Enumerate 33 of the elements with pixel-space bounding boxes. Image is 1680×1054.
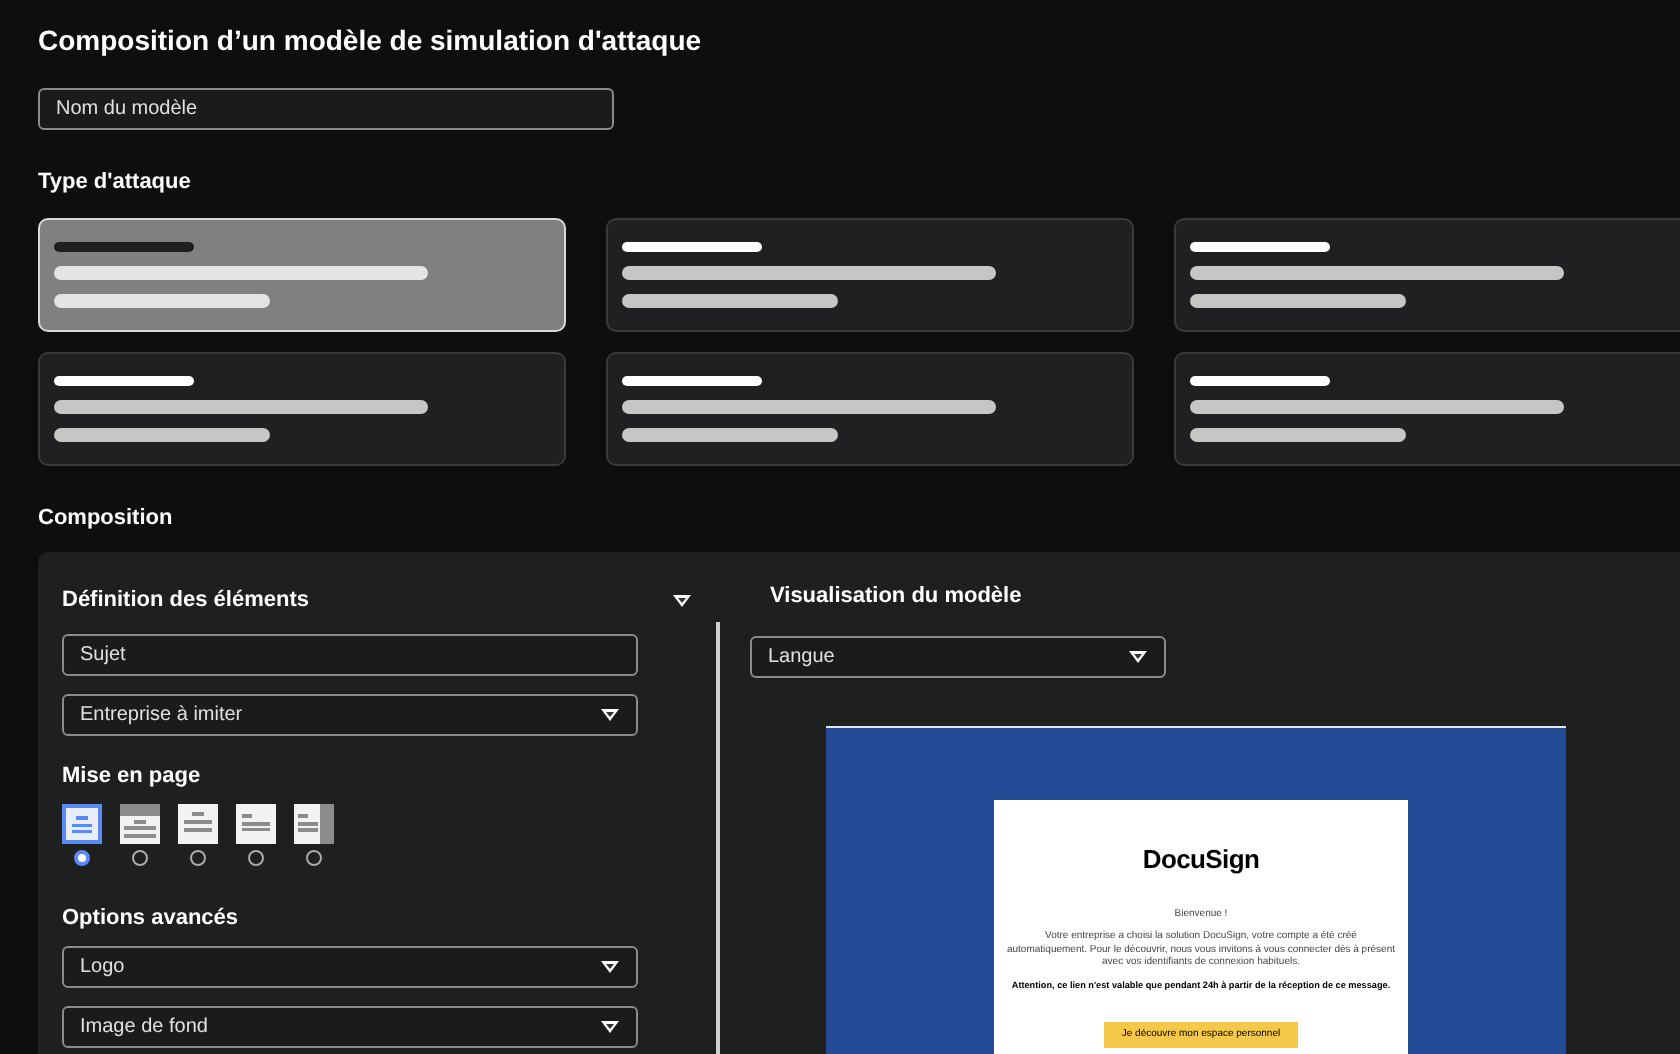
input-field[interactable]: Sujet: [62, 634, 638, 676]
select-field[interactable]: Entreprise à imiter: [62, 694, 638, 736]
radio-button[interactable]: [306, 849, 322, 865]
brand-logo: DocuSign: [1142, 842, 1260, 878]
section-title: Définition des éléments: [62, 585, 309, 616]
layout-icon[interactable]: [294, 803, 334, 843]
attack-type-card[interactable]: [606, 217, 1134, 331]
layout-icon[interactable]: [120, 803, 160, 843]
caret-icon: [1128, 650, 1148, 664]
select-field[interactable]: Langue: [750, 636, 1166, 678]
caret-icon: [600, 708, 620, 722]
section-title: Mise en page: [62, 762, 203, 792]
radio-button[interactable]: [248, 849, 264, 865]
select-field[interactable]: Logo: [62, 946, 638, 988]
attack-type-card[interactable]: [606, 351, 1134, 465]
select-field[interactable]: Image de fond: [62, 1006, 638, 1048]
section-title: Type d'attaque: [38, 168, 193, 198]
section-title: Visualisation du modèle: [768, 582, 1024, 608]
attack-type-card[interactable]: [38, 351, 566, 465]
attack-type-card[interactable]: [1174, 351, 1680, 465]
caret-icon: [600, 1020, 620, 1034]
radio-button[interactable]: [74, 849, 90, 865]
layout-icon[interactable]: [62, 803, 102, 843]
radio-button[interactable]: [132, 849, 148, 865]
caret-icon: [600, 960, 620, 974]
radio-button[interactable]: [190, 849, 206, 865]
layout-icon[interactable]: [236, 803, 276, 843]
page-title: Composition d’un modèle de simulation d'attaque: [38, 22, 704, 58]
section-title: Composition: [38, 503, 175, 533]
section-title: Options avancés: [62, 903, 241, 933]
attack-type-card[interactable]: [1174, 217, 1680, 331]
input-field[interactable]: Nom du modèle: [38, 88, 614, 130]
layout-icon[interactable]: [178, 803, 218, 843]
